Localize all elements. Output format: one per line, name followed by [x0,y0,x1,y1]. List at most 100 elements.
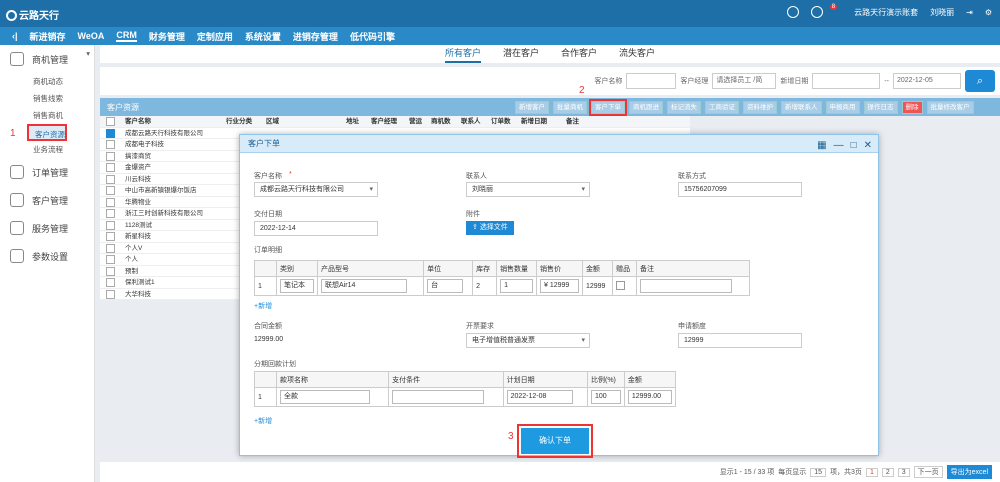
filter-bar: 客户名称 客户经理 请选择员工 /简 新增日期 -- 2022-12-05 ⌕ [100,67,1000,95]
remark-input[interactable] [640,279,733,293]
logout-icon[interactable]: ⇥ [966,8,973,17]
choose-file-button[interactable]: ⇪ 选择文件 [466,221,514,235]
nav-item[interactable]: 财务管理 [149,30,185,43]
maximize-icon[interactable]: □ [851,137,857,155]
payment-name-input[interactable]: 全款 [280,390,370,404]
tab-lost[interactable]: 流失客户 [619,45,655,63]
sidebar-item-customer-resource[interactable]: 客户资源 [27,124,67,141]
nav-item-crm[interactable]: CRM [116,30,137,42]
invoice-select[interactable]: 电子增值税普通发票 [466,333,590,348]
row-checkbox[interactable] [106,197,115,207]
row-checkbox[interactable] [106,209,115,218]
row-checkbox[interactable] [106,128,115,138]
sidebar-group-customers[interactable]: 客户管理 [0,186,94,214]
select-all-checkbox[interactable] [106,117,115,126]
delete-button[interactable]: 删除 [901,100,923,114]
batch-edit-button[interactable]: 批量修改客户 [926,100,974,114]
customer-name-cell: 浙江三时创新科技有限公司 [125,210,203,217]
sidebar-item[interactable]: 销售商机 [0,107,94,124]
unit-select[interactable]: 台 [427,279,464,293]
customer-name-input[interactable] [626,73,677,89]
date-to-input[interactable]: 2022-12-05 [893,73,961,89]
customer-select[interactable]: 成都云路天行科技有限公司 [254,182,378,197]
page-2[interactable]: 2 [881,467,894,477]
customer-order-button[interactable]: 客户下单 [589,98,627,116]
add-contact-button[interactable]: 新增联系人 [781,100,822,114]
sidebar-group-opportunity[interactable]: 商机管理 [0,45,94,73]
manager-select[interactable]: 请选择员工 /简 [712,73,777,89]
row-checkbox[interactable] [106,232,115,241]
nav-item[interactable]: WeOA [78,31,105,41]
model-select[interactable]: 联想Air14 [321,279,408,293]
export-excel-button[interactable]: 导出为excel [946,465,992,479]
row-checkbox[interactable] [106,266,115,276]
sidebar-group-params[interactable]: 参数设置 [0,242,94,270]
batch-opportunity-button[interactable]: 批量商机 [553,100,587,114]
mark-lost-button[interactable]: 标记流失 [667,100,701,114]
minimize-icon[interactable]: — [834,137,844,155]
nav-back-icon[interactable]: ‹| [12,31,18,41]
plan-date-input[interactable]: 2022-12-08 [506,390,573,404]
category-select[interactable]: 笔记本 [280,279,315,293]
per-page-select[interactable]: 15 [810,467,827,477]
nav-item[interactable]: 进销存管理 [293,30,338,43]
price-input[interactable]: ¥ 12999 [539,279,579,293]
row-checkbox[interactable] [106,140,115,149]
monitor-icon[interactable] [786,6,799,18]
add-item-link[interactable]: +新增 [254,301,272,311]
sidebar-item[interactable]: 业务流程 [0,141,94,158]
apply-button[interactable]: 申报商用 [825,100,860,114]
quota-input[interactable]: 12999 [678,333,802,348]
quantity-input[interactable]: 1 [500,279,533,293]
page-3[interactable]: 3 [897,467,910,477]
gift-checkbox[interactable] [616,280,626,290]
row-checkbox[interactable] [106,289,115,299]
confirm-order-button[interactable]: 确认下单 [517,424,593,458]
contact-select[interactable]: 刘晓丽 [466,182,590,197]
page-1[interactable]: 1 [865,467,878,477]
row-checkbox[interactable] [106,278,115,287]
row-checkbox[interactable] [106,174,115,184]
app-logo[interactable]: 云路天行 [6,7,59,22]
row-checkbox[interactable] [106,220,115,230]
tab-all[interactable]: 所有客户 [444,45,481,63]
tab-cooperating[interactable]: 合作客户 [561,45,597,63]
follow-up-button[interactable]: 商机跟进 [629,100,663,114]
log-button[interactable]: 操作日志 [863,100,898,114]
phone-input[interactable]: 15756207099 [678,182,802,197]
search-button[interactable]: ⌕ [965,70,995,92]
row-checkbox[interactable] [106,163,115,172]
row-checkbox[interactable] [106,186,115,195]
grid-icon[interactable]: ▦ [817,137,826,155]
user-menu[interactable]: 刘晓丽 [930,7,954,18]
row-checkbox[interactable] [106,243,115,253]
nav-item[interactable]: 系统设置 [245,30,281,43]
modal-header: 客户下单 ▦ — □ ✕ [240,135,878,153]
date-from-input[interactable] [812,73,881,89]
payment-amount-input[interactable]: 12999.00 [627,390,672,404]
close-icon[interactable]: ✕ [864,137,872,155]
nav-item[interactable]: 低代码引擎 [350,30,395,43]
nav-item[interactable]: 新进销存 [30,30,66,43]
sidebar-item[interactable]: 销售线索 [0,90,94,107]
nav-item[interactable]: 定制应用 [197,30,233,43]
ratio-input[interactable]: 100 [590,390,621,404]
customer-name-cell: 个人V [125,244,143,252]
bell-icon[interactable] [810,6,823,18]
row-checkbox[interactable] [106,255,115,264]
sidebar-group-service[interactable]: 服务管理 [0,214,94,242]
delivery-date-input[interactable]: 2022-12-14 [254,221,378,236]
next-page-button[interactable]: 下一页 [913,466,943,478]
tab-potential[interactable]: 潜在客户 [503,45,539,63]
order-modal: 客户下单 ▦—□✕ 客户名称* 成都云路天行科技有限公司 联系人 刘晓丽 联系方… [239,134,879,458]
sidebar-group-orders[interactable]: 订单管理 [0,158,94,186]
add-customer-button[interactable]: 新增客户 [515,100,549,114]
settings-icon[interactable]: ⚙ [985,8,992,17]
home-account[interactable]: 云路天行演示账套 [854,7,918,18]
maintain-button[interactable]: 资料维护 [743,100,777,114]
payment-condition-input[interactable] [392,390,485,404]
row-checkbox[interactable] [106,151,115,161]
add-payment-link[interactable]: +新增 [254,416,272,426]
verify-button[interactable]: 工商验证 [705,100,739,114]
sidebar-item[interactable]: 商机动态 [0,73,94,90]
